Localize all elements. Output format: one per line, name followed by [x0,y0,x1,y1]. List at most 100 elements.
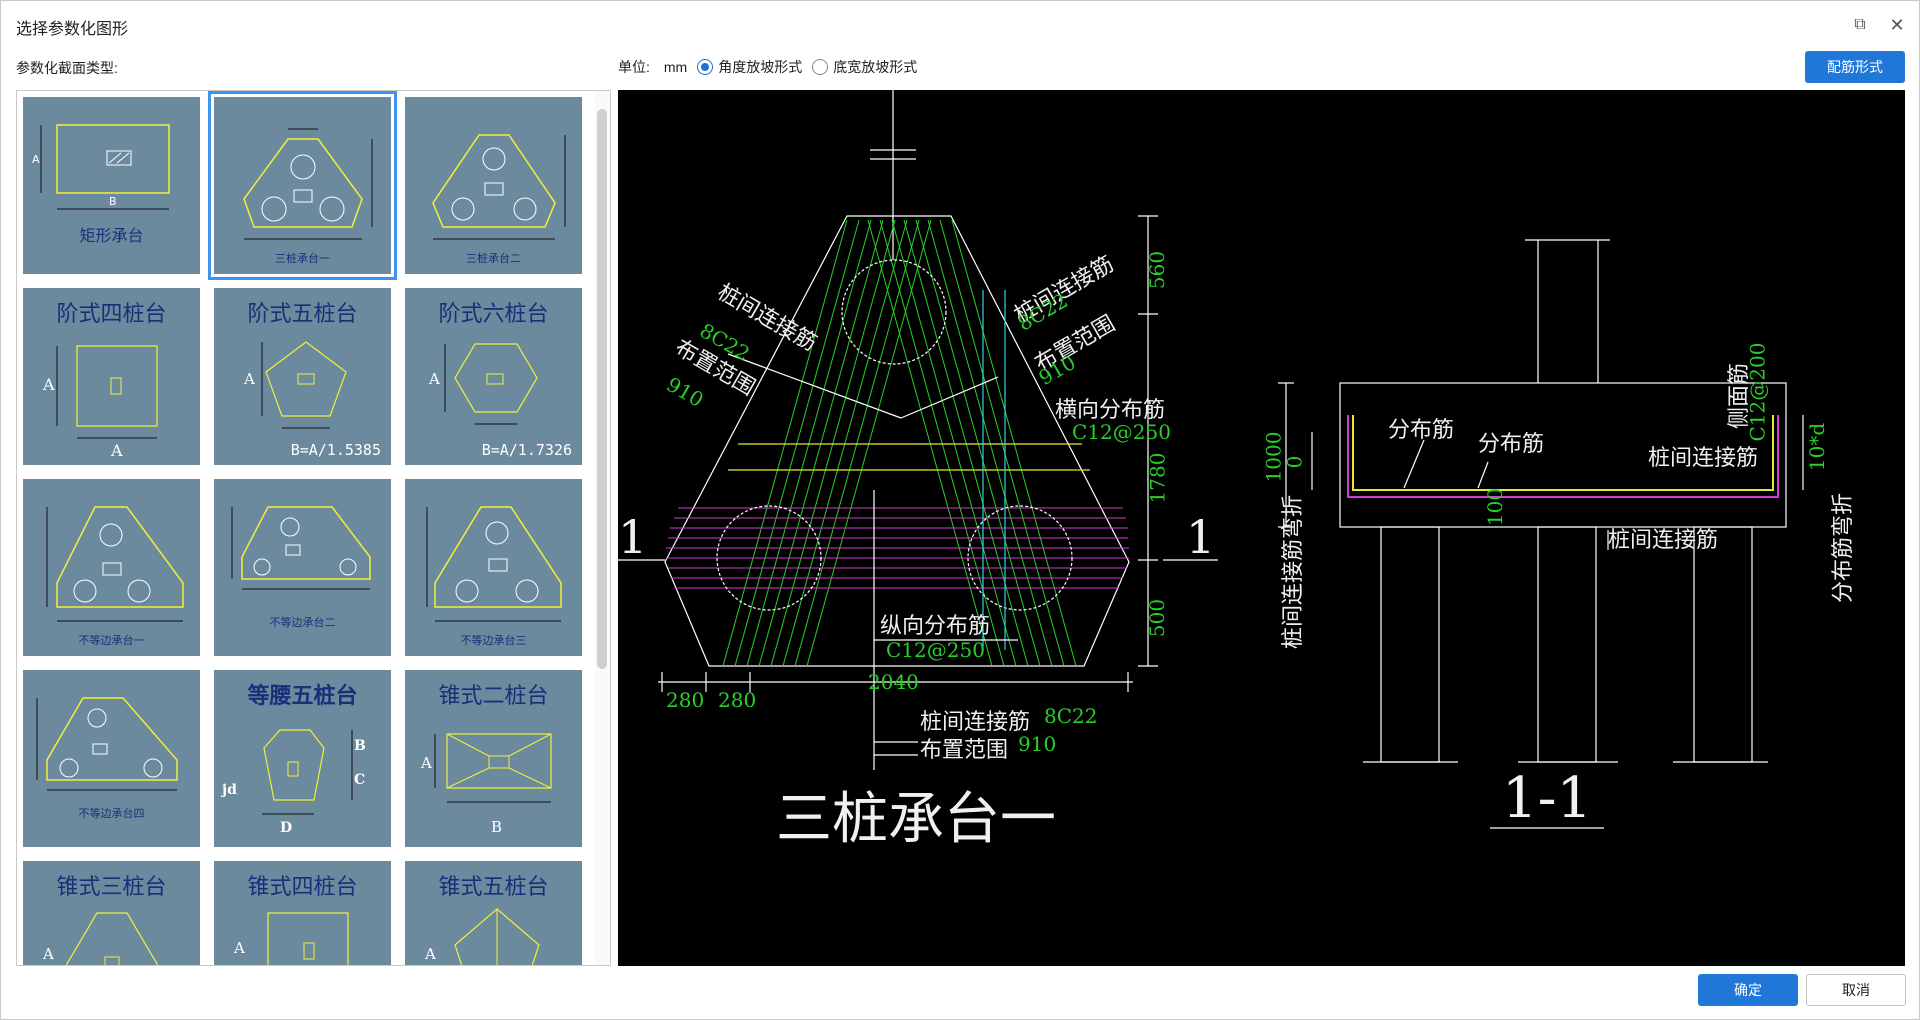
svg-text:A: A [233,939,245,957]
ok-button[interactable]: 确定 [1698,974,1798,1006]
svg-text:C: C [354,772,365,788]
svg-text:A: A [42,375,55,394]
label-sec-dist1: 分布筋 [1388,418,1455,443]
section-mark-right: 1 [1186,510,1216,564]
section-type-label: 参数化截面类型: [16,60,118,76]
svg-text:A: A [32,153,40,166]
svg-text:A: A [110,441,123,460]
thumb-label: 阶式六桩台 [438,302,549,327]
dialog-window: 选择参数化图形 ⧉ ✕ 参数化截面类型: 单位: mm 角度放坡形式 底宽放坡形… [0,0,1920,1020]
thumb-label: 锥式二桩台 [438,684,549,709]
radio-unchecked-icon[interactable] [812,59,829,75]
thumb-step6[interactable]: A 阶式六桩台 B=A/1.7326 [405,288,582,465]
unit-value: mm [663,59,688,75]
label-trans-dist-spec: C12@250 [1072,420,1171,444]
svg-text:B: B [354,738,366,754]
svg-text:A: A [243,370,255,388]
thumb-label: 不等边承台一 [78,634,145,647]
thumb-label: 矩形承台 [79,226,144,245]
svg-text:jd: jd [220,782,237,798]
cad-preview: 桩间连接筋 8C22 布置范围 910 桩间连接筋 8C22 布置范围 910 … [618,90,1905,966]
section-title: 1-1 [1502,766,1593,831]
thumb-uneq4[interactable]: 不等边承台四 [23,670,200,847]
thumb-tri1[interactable]: 三桩承台一 [208,91,397,280]
thumb-cone5[interactable]: A 锥式五桩台 [405,861,582,965]
unit-options: 单位: mm 角度放坡形式 底宽放坡形式 [618,56,927,78]
dialog-title: 选择参数化图形 [16,21,129,38]
label-left-bend: 桩间连接筋弯折 [1281,494,1307,650]
three-pile-cap-alt-icon [432,134,566,240]
svg-text:B: B [491,818,502,836]
thumb-cone4[interactable]: A 锥式四桩台 [214,861,391,965]
gallery-scrollbar-thumb[interactable] [597,109,607,669]
thumb-label: 等腰五桩台 [247,683,358,709]
unit-label: 单位: [618,59,650,75]
label-side-bar-spec: C12@200 [1745,342,1770,442]
section-view [1278,239,1804,829]
thumb-cone2[interactable]: A B 锥式二桩台 [405,670,582,847]
label-dim-500: 500 [1145,598,1170,638]
thumb-label: 锥式四桩台 [247,875,358,900]
label-sec-pile-link-top: 桩间连接筋 [1648,446,1759,471]
thumb-uneq3[interactable]: 不等边承台三 [405,479,582,656]
unequal-cap-one-icon [46,506,184,622]
label-bottom-link-spec: 8C22 [1044,704,1098,728]
section-gallery: A B 矩形承台 三桩承台一 三桩承台二 A A 阶式四桩台 A 阶式五桩台 B… [16,90,611,966]
svg-text:B: B [109,195,117,208]
plan-title: 三桩承台一 [776,787,1056,852]
thumb-rect[interactable]: A B 矩形承台 [23,97,200,274]
label-dim-1780: 1780 [1145,452,1170,504]
thumb-note: B=A/1.7326 [481,441,572,459]
thumb-uneq2[interactable]: 不等边承台二 [214,479,391,656]
label-dim-100: 100 [1483,487,1508,527]
thumb-note: B=A/1.5385 [290,441,381,459]
thumb-step5[interactable]: A 阶式五桩台 B=A/1.5385 [214,288,391,465]
thumb-label: 不等边承台三 [460,634,527,647]
radio-angle-slope[interactable]: 角度放坡形式 [697,57,802,77]
close-icon[interactable]: ✕ [1885,13,1909,37]
svg-text:A: A [42,945,54,963]
rect-cap-icon: A B [32,124,170,210]
label-sec-pile-link-bottom: 桩间连接筋 [1608,528,1719,553]
thumbnail-grid: A B 矩形承台 三桩承台一 三桩承台二 A A 阶式四桩台 A 阶式五桩台 B… [23,91,591,965]
thumb-label: 不等边承台二 [269,616,336,629]
label-dim-0: 0 [1282,455,1307,469]
label-ten-d: 10*d [1805,422,1830,472]
thumb-label: 三桩承台一 [275,252,330,265]
svg-text:A: A [424,945,436,963]
thumb-cone3[interactable]: A 锥式三桩台 [23,861,200,965]
thumb-uneq1[interactable]: 不等边承台一 [23,479,200,656]
thumb-label: 阶式五桩台 [247,302,358,327]
label-long-dist-spec: C12@250 [886,638,985,662]
thumb-iso5[interactable]: B C D jd 等腰五桩台 [214,670,391,847]
label-bottom-range: 布置范围 [920,738,1009,763]
svg-text:A: A [420,754,432,772]
label-dim-560: 560 [1145,250,1170,290]
three-pile-cap-icon [243,128,373,240]
radio-width-slope[interactable]: 底宽放坡形式 [812,57,917,77]
svg-text:A: A [428,370,440,388]
svg-text:D: D [280,820,292,836]
label-right-bend: 分布筋弯折 [1831,492,1857,604]
radio-angle-label: 角度放坡形式 [718,59,803,75]
cancel-button[interactable]: 取消 [1806,974,1906,1006]
thumb-label: 锥式五桩台 [438,875,549,900]
label-dim-280b: 280 [718,688,757,712]
rebar-form-button[interactable]: 配筋形式 [1805,51,1905,83]
thumb-label: 不等边承台四 [78,807,145,820]
thumb-label: 锥式三桩台 [56,875,167,900]
thumb-label: 三桩承台二 [466,252,521,265]
radio-checked-icon[interactable] [697,59,714,75]
label-dim-280a: 280 [666,688,705,712]
title-bar: 选择参数化图形 ⧉ ✕ [1,1,1919,49]
thumb-label: 阶式四桩台 [56,302,167,327]
thumb-tri2[interactable]: 三桩承台二 [405,97,582,274]
thumb-step4[interactable]: A A 阶式四桩台 [23,288,200,465]
label-sec-dist2: 分布筋 [1478,432,1545,457]
unequal-cap-three-icon [426,506,562,622]
label-bottom-range-val: 910 [1018,732,1057,756]
label-dim-2040: 2040 [868,670,919,694]
label-long-dist: 纵向分布筋 [880,614,991,639]
radio-width-label: 底宽放坡形式 [833,59,918,75]
restore-icon[interactable]: ⧉ [1848,13,1872,37]
